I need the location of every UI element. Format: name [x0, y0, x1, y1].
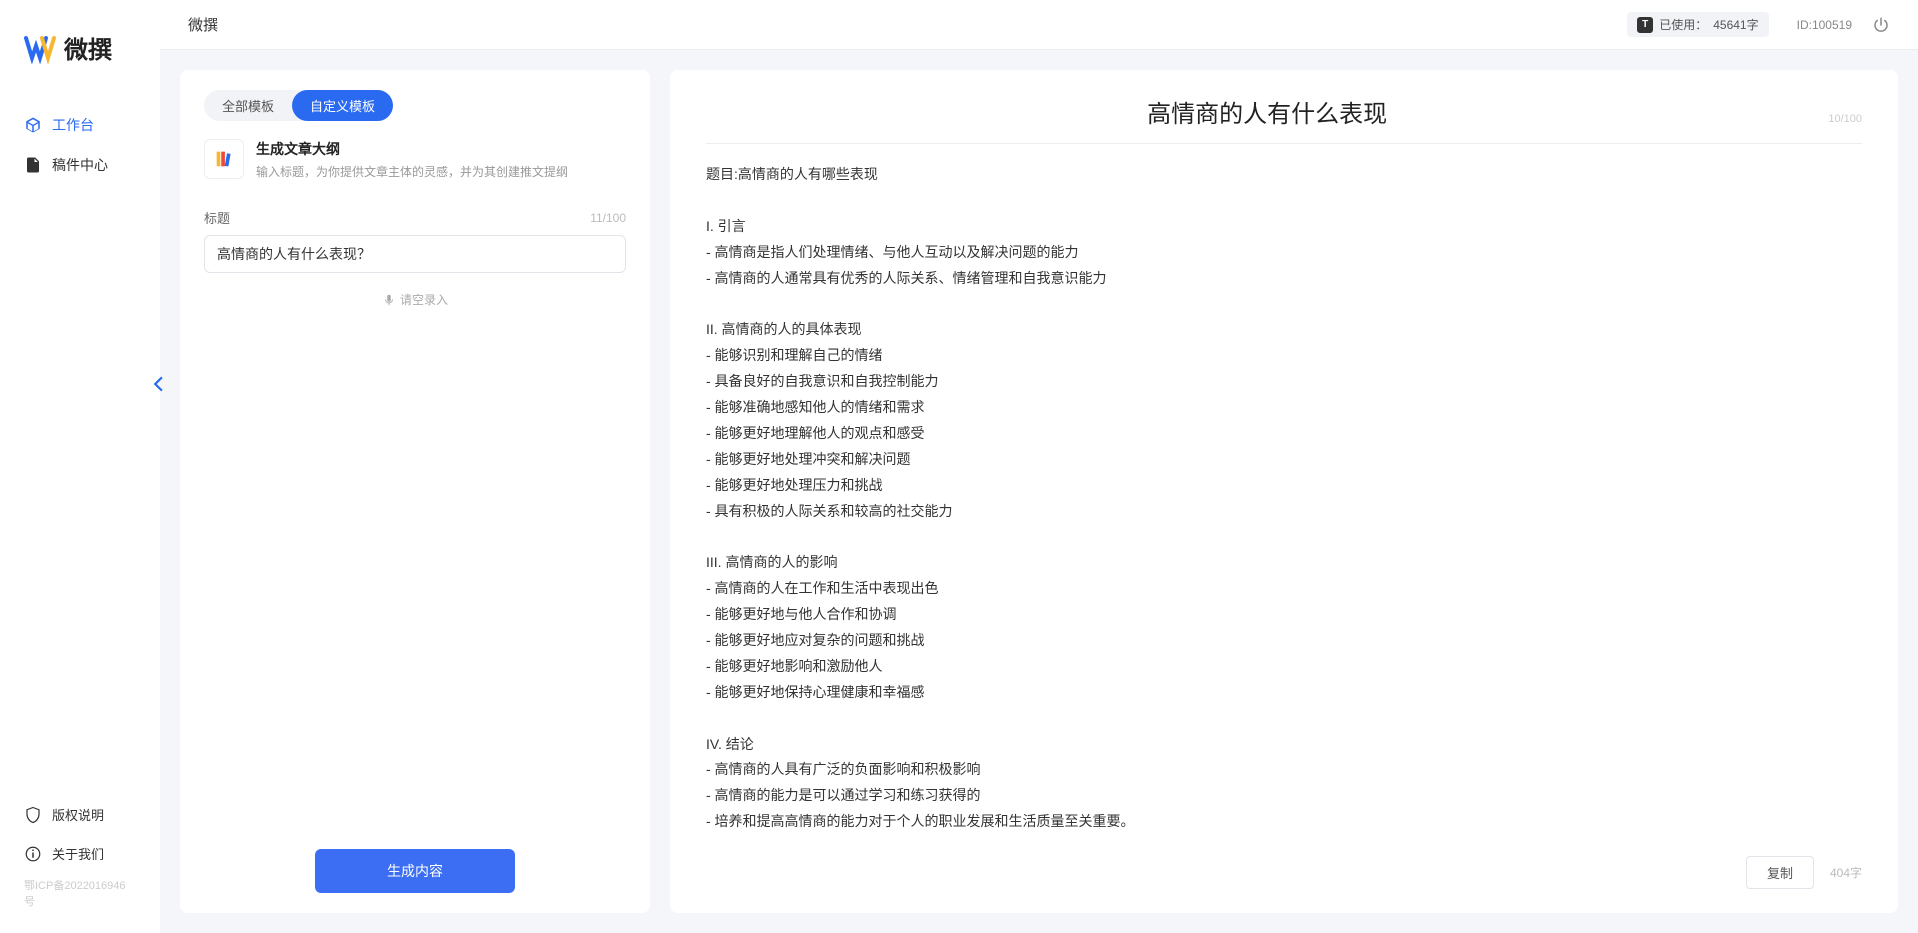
logo-icon	[24, 32, 56, 64]
nav-item-copyright[interactable]: 版权说明	[0, 795, 160, 834]
tab-custom-template[interactable]: 自定义模板	[292, 90, 393, 121]
title-input[interactable]	[204, 235, 626, 273]
nav-item-drafts[interactable]: 稿件中心	[0, 145, 160, 185]
nav-label: 稿件中心	[52, 155, 108, 175]
icp-text: 鄂ICP备2022016946号	[0, 873, 160, 913]
tab-all-templates[interactable]: 全部模板	[204, 90, 292, 121]
generate-button[interactable]: 生成内容	[315, 849, 515, 893]
output-title: 高情商的人有什么表现	[706, 94, 1828, 129]
usage-badge[interactable]: T 已使用： 45641字	[1627, 12, 1768, 37]
input-char-count: 11/100	[590, 211, 626, 225]
nav-label: 版权说明	[52, 805, 104, 824]
output-panel: 高情商的人有什么表现 10/100 题目:高情商的人有哪些表现 I. 引言 - …	[670, 70, 1898, 913]
voice-input-button[interactable]: 请空录入	[204, 291, 626, 308]
template-tabs: 全部模板 自定义模板	[204, 90, 393, 121]
user-id: ID:100519	[1797, 18, 1852, 32]
header: 微撰 T 已使用： 45641字 ID:100519	[160, 0, 1918, 50]
page-title: 微撰	[188, 14, 218, 35]
usage-label: 已使用：	[1659, 16, 1707, 33]
sidebar-bottom: 版权说明 关于我们 鄂ICP备2022016946号	[0, 795, 160, 933]
power-icon[interactable]	[1872, 16, 1890, 34]
input-panel: 全部模板 自定义模板 生成文章大纲 输入标题，为你提供文章主体的灵感，并为其创建…	[180, 70, 650, 913]
logo-text: 微撰	[64, 30, 112, 65]
nav: 工作台 稿件中心	[0, 105, 160, 795]
cube-icon	[24, 116, 42, 134]
text-count-icon: T	[1637, 17, 1653, 33]
nav-label: 关于我们	[52, 844, 104, 863]
logo: 微撰	[0, 30, 160, 105]
input-label: 标题	[204, 208, 230, 227]
nav-item-about[interactable]: 关于我们	[0, 834, 160, 873]
sidebar: 微撰 工作台 稿件中心 版权说明 关于我们 鄂ICP备2022016946号	[0, 0, 160, 933]
output-char-count: 404字	[1830, 864, 1862, 881]
books-icon	[213, 148, 235, 170]
output-body[interactable]: 题目:高情商的人有哪些表现 I. 引言 - 高情商是指人们处理情绪、与他人互动以…	[706, 162, 1862, 842]
collapse-sidebar-icon[interactable]	[150, 375, 168, 393]
usage-value: 45641字	[1713, 16, 1758, 33]
output-title-count: 10/100	[1828, 113, 1862, 125]
main: 全部模板 自定义模板 生成文章大纲 输入标题，为你提供文章主体的灵感，并为其创建…	[160, 0, 1918, 933]
document-icon	[24, 156, 42, 174]
nav-label: 工作台	[52, 115, 94, 135]
template-desc: 输入标题，为你提供文章主体的灵感，并为其创建推文提纲	[256, 163, 568, 180]
template-icon	[204, 139, 244, 179]
mic-icon	[382, 293, 396, 307]
copy-button[interactable]: 复制	[1746, 856, 1814, 889]
info-icon	[24, 845, 42, 863]
voice-label: 请空录入	[400, 291, 448, 308]
template-title: 生成文章大纲	[256, 139, 568, 159]
template-card: 生成文章大纲 输入标题，为你提供文章主体的灵感，并为其创建推文提纲	[204, 139, 626, 180]
shield-icon	[24, 806, 42, 824]
nav-item-workbench[interactable]: 工作台	[0, 105, 160, 145]
